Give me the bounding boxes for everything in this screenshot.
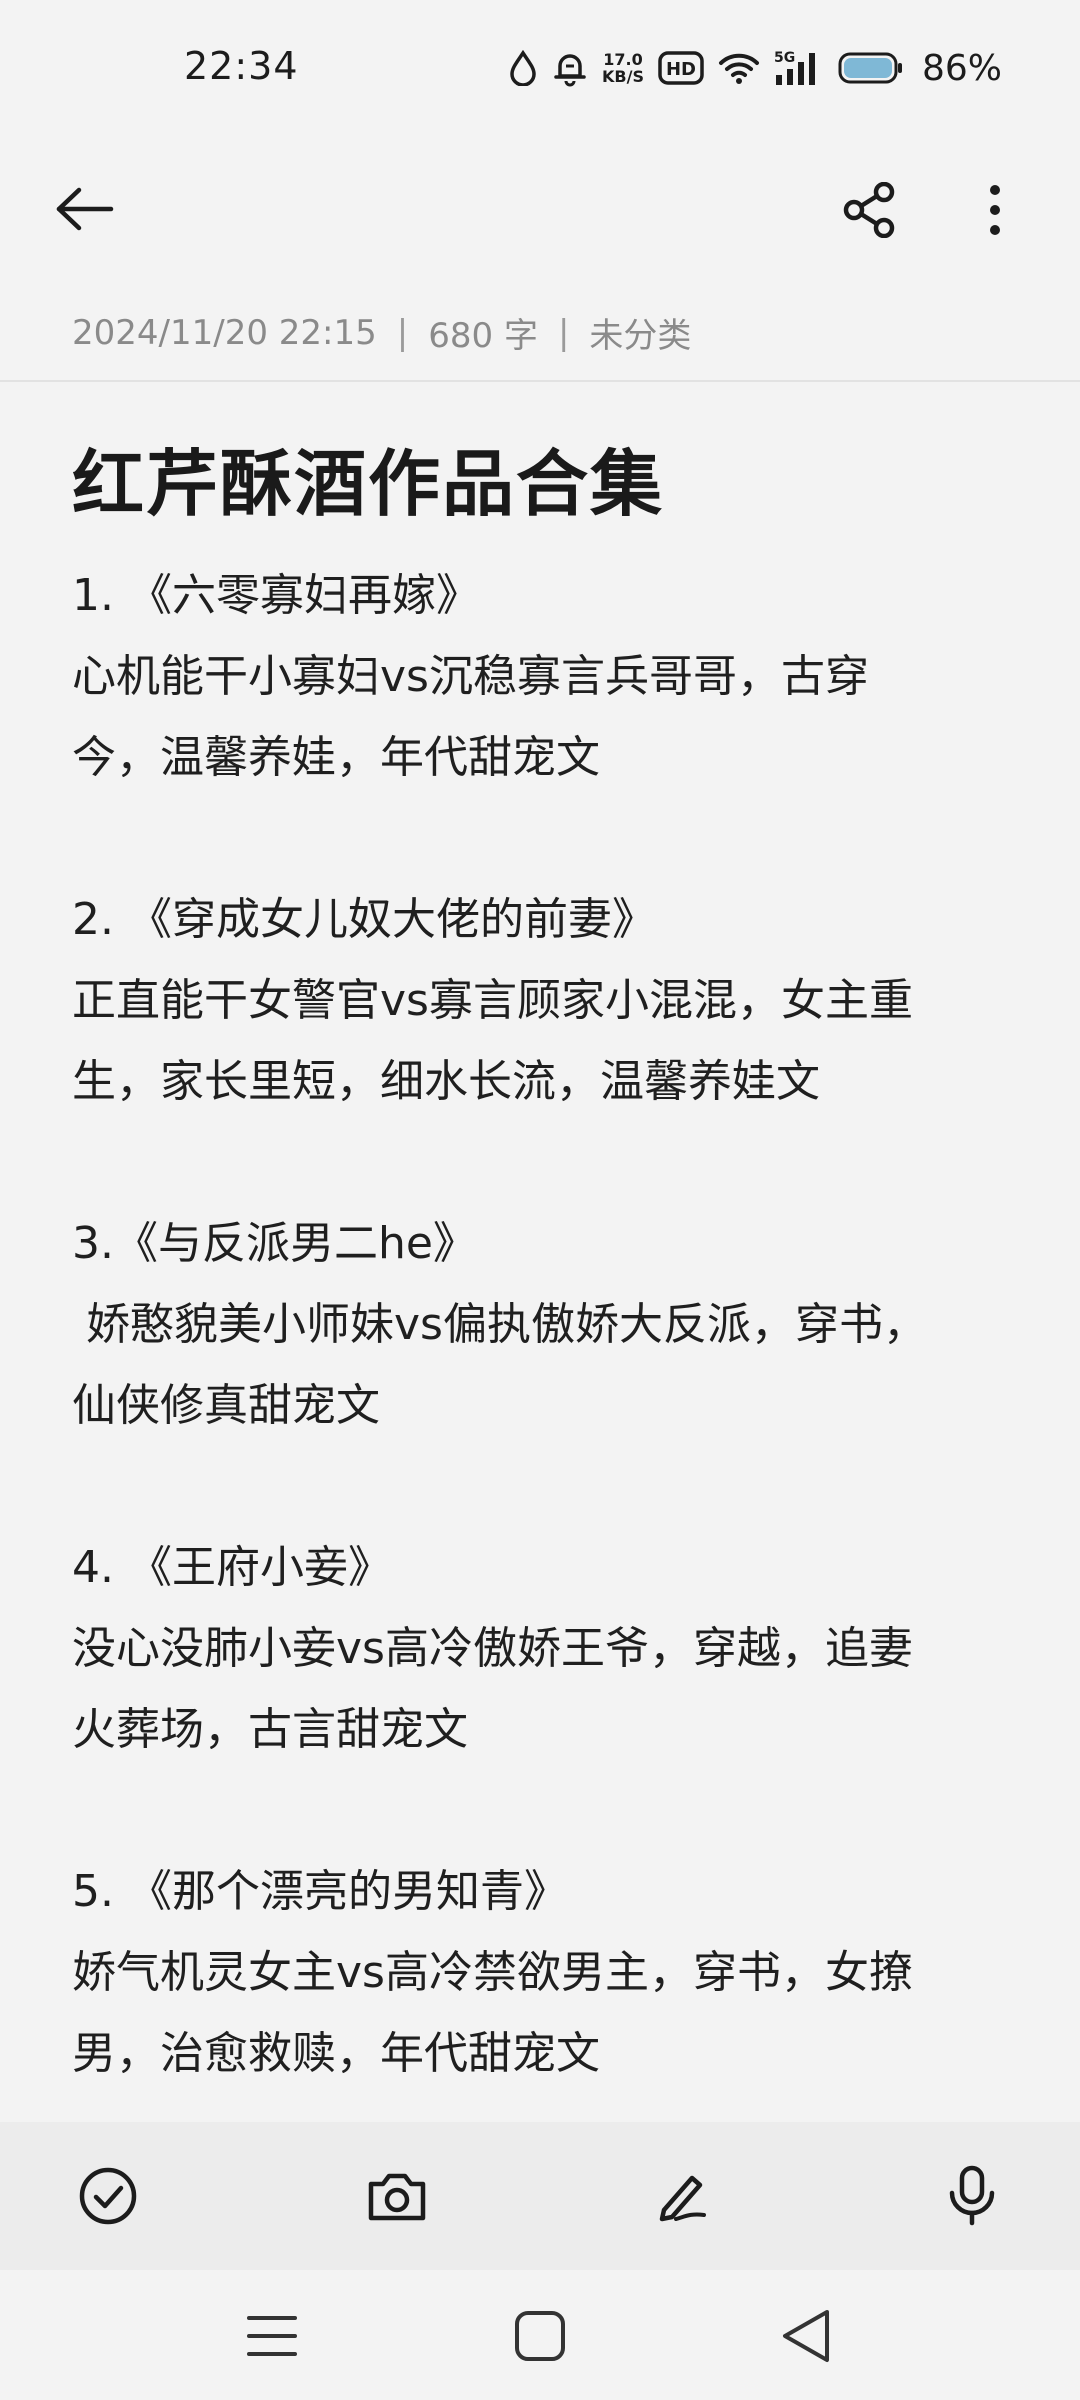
share-button[interactable] [830,172,910,248]
note-entry: 5. 《那个漂亮的男知青》 娇气机灵女主vs高冷禁欲男主，穿书，女撩 男，治愈救… [72,1851,1012,2094]
home-icon [515,2311,565,2361]
battery-percent: 86% [921,47,1002,89]
bottom-toolbar [0,2122,1080,2270]
note-meta: 2024/11/20 22:15 | 680 字 | 未分类 [72,308,691,357]
wifi-icon [718,51,760,85]
recent-apps-button[interactable] [232,2298,312,2374]
back-triangle-icon [783,2310,829,2362]
note-entry: 4. 《王府小妾》 没心没肺小妾vs高冷傲娇王爷，穿越，追妻 火葬场，古言甜宠文 [72,1527,1012,1770]
navigation-bar [0,2270,1080,2400]
home-button[interactable] [500,2298,580,2374]
note-title[interactable]: 红芹酥酒作品合集 [72,425,664,530]
entry-line: 正直能干女警官vs寡言顾家小混混，女主重 [72,975,913,1026]
status-time: 22:34 [184,44,299,88]
net-speed-unit: KB/S [602,67,644,86]
camera-icon [368,2173,426,2221]
voice-button[interactable] [932,2156,1012,2236]
word-count: 680 字 [428,316,538,356]
entry-line: 火葬场，古言甜宠文 [72,1704,468,1755]
checklist-icon [79,2167,137,2225]
status-bar: 22:34 17.0 KB/S HD 5G 86% [0,0,1080,130]
entry-line: 娇憨貌美小师妹vs偏执傲娇大反派，穿书， [72,1299,927,1350]
entry-line: 生，家长里短，细水长流，温馨养娃文 [72,1056,820,1107]
water-drop-icon [508,50,538,86]
pen-icon [659,2175,706,2222]
hd-label: HD [666,59,696,80]
signal-label: 5G [774,50,795,66]
note-entry: 2. 《穿成女儿奴大佬的前妻》 正直能干女警官vs寡言顾家小混混，女主重 生，家… [72,879,1012,1122]
entry-line: 娇气机灵女主vs高冷禁欲男主，穿书，女撩 [72,1947,913,1998]
battery-icon [838,51,904,85]
system-back-button[interactable] [766,2298,846,2374]
note-date: 2024/11/20 22:15 [72,312,377,353]
entry-line: 仙侠修真甜宠文 [72,1380,380,1431]
back-arrow-icon [56,187,114,231]
entry-line: 没心没肺小妾vs高冷傲娇王爷，穿越，追妻 [72,1623,913,1674]
more-button[interactable] [960,172,1030,248]
hd-icon: HD [658,51,704,85]
meta-separator: | [396,312,409,353]
note-body[interactable]: 1. 《六零寡妇再嫁》 心机能干小寡妇vs沉稳寡言兵哥哥，古穿 今，温馨养娃，年… [72,555,1012,2175]
entry-line: 男，治愈救赎，年代甜宠文 [72,2028,600,2079]
entry-line: 今，温馨养娃，年代甜宠文 [72,732,600,783]
entry-heading: 3.《与反派男二he》 [72,1218,477,1269]
entry-heading: 1. 《六零寡妇再嫁》 [72,570,480,621]
note-entry: 3.《与反派男二he》 娇憨貌美小师妹vs偏执傲娇大反派，穿书， 仙侠修真甜宠文 [72,1203,1012,1446]
net-speed: 17.0 KB/S [602,51,644,85]
alarm-icon [552,49,588,87]
top-bar [0,130,1080,280]
note-entry: 1. 《六零寡妇再嫁》 心机能干小寡妇vs沉稳寡言兵哥哥，古穿 今，温馨养娃，年… [72,555,1012,798]
menu-icon [247,2316,297,2356]
note-category[interactable]: 未分类 [589,308,691,357]
entry-heading: 5. 《那个漂亮的男知青》 [72,1866,568,1917]
signal-icon: 5G [774,49,824,87]
meta-divider [0,380,1080,382]
status-icons: 17.0 KB/S HD 5G 86% [508,40,1002,96]
entry-heading: 4. 《王府小妾》 [72,1542,392,1593]
entry-line: 心机能干小寡妇vs沉稳寡言兵哥哥，古穿 [72,651,869,702]
camera-button[interactable] [357,2156,437,2236]
net-speed-value: 17.0 [603,50,643,69]
entry-heading: 2. 《穿成女儿奴大佬的前妻》 [72,894,656,945]
meta-separator: | [557,312,570,353]
handwriting-button[interactable] [644,2156,724,2236]
share-icon [843,182,895,238]
checklist-button[interactable] [68,2156,148,2236]
more-vert-icon [990,185,1000,235]
microphone-icon [949,2165,995,2226]
back-button[interactable] [40,174,130,244]
